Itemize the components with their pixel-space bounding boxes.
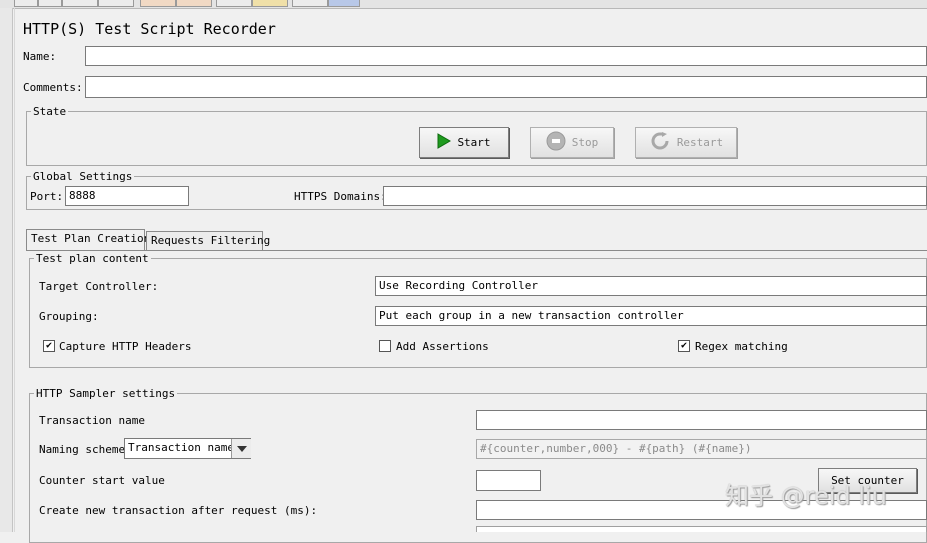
port-label: Port: bbox=[30, 190, 64, 203]
grouping-select[interactable]: Put each group in a new transaction cont… bbox=[375, 306, 927, 326]
next-field-partial[interactable] bbox=[476, 526, 927, 532]
restart-button[interactable]: Restart bbox=[635, 127, 737, 158]
start-button[interactable]: Start bbox=[419, 127, 509, 158]
tab-requests-filtering[interactable]: Requests Filtering bbox=[146, 231, 270, 251]
add-assertions-label: Add Assertions bbox=[396, 340, 489, 353]
naming-scheme-value: Transaction name bbox=[128, 441, 234, 454]
regex-matching-label: Regex matching bbox=[695, 340, 788, 353]
chevron-down-icon[interactable] bbox=[231, 439, 251, 458]
transaction-name-label: Transaction name bbox=[39, 414, 145, 427]
naming-format-field: #{counter,number,000} - #{path} (#{name}… bbox=[476, 439, 927, 459]
toolbar-button[interactable] bbox=[252, 0, 288, 7]
comments-label: Comments: bbox=[23, 81, 83, 94]
restart-icon bbox=[649, 132, 671, 153]
toolbar-button[interactable] bbox=[292, 0, 328, 7]
toolbar-button[interactable] bbox=[38, 0, 62, 7]
toolbar-button[interactable] bbox=[216, 0, 252, 7]
target-controller-label: Target Controller: bbox=[39, 280, 159, 293]
test-plan-content-legend: Test plan content bbox=[34, 252, 151, 265]
restart-button-label: Restart bbox=[676, 136, 724, 149]
stop-button-label: Stop bbox=[571, 136, 599, 149]
name-field[interactable] bbox=[85, 46, 927, 66]
capture-headers-checkbox[interactable]: ✔ bbox=[43, 340, 55, 352]
checkmark-icon: ✔ bbox=[680, 340, 688, 351]
https-domains-field[interactable] bbox=[383, 186, 927, 206]
tree-pane-edge[interactable] bbox=[0, 8, 13, 532]
page-title: HTTP(S) Test Script Recorder bbox=[23, 20, 276, 38]
stop-button[interactable]: Stop bbox=[530, 127, 614, 158]
create-new-transaction-label: Create new transaction after request (ms… bbox=[39, 504, 318, 517]
toolbar-button[interactable] bbox=[176, 0, 212, 7]
grouping-label: Grouping: bbox=[39, 310, 99, 323]
naming-scheme-label: Naming scheme bbox=[39, 443, 126, 456]
transaction-name-field[interactable] bbox=[476, 410, 927, 430]
watermark: 知乎 @reid liu bbox=[725, 482, 887, 510]
counter-start-label: Counter start value bbox=[39, 474, 165, 487]
checkmark-icon: ✔ bbox=[45, 340, 53, 351]
https-domains-label: HTTPS Domains: bbox=[294, 190, 387, 203]
counter-start-field[interactable] bbox=[476, 470, 541, 491]
name-label: Name: bbox=[23, 50, 57, 63]
toolbar-button[interactable] bbox=[62, 0, 98, 7]
toolbar-button[interactable] bbox=[14, 0, 38, 7]
play-icon bbox=[437, 133, 452, 152]
state-legend: State bbox=[31, 105, 69, 118]
target-controller-select[interactable]: Use Recording Controller bbox=[375, 276, 927, 296]
tab-test-plan-creation[interactable]: Test Plan Creation bbox=[26, 229, 150, 251]
regex-matching-checkbox[interactable]: ✔ bbox=[678, 340, 690, 352]
global-settings-legend: Global Settings bbox=[31, 170, 135, 183]
toolbar-button[interactable] bbox=[328, 0, 360, 7]
toolbar-button[interactable] bbox=[140, 0, 176, 7]
tab-divider bbox=[26, 250, 927, 251]
capture-headers-label: Capture HTTP Headers bbox=[59, 340, 192, 353]
stop-icon bbox=[546, 131, 566, 154]
http-sampler-legend: HTTP Sampler settings bbox=[34, 387, 178, 400]
toolbar-button[interactable] bbox=[98, 0, 134, 7]
port-field[interactable]: 8888 bbox=[65, 186, 189, 206]
splitter[interactable] bbox=[14, 8, 15, 532]
start-button-label: Start bbox=[457, 136, 491, 149]
comments-field[interactable] bbox=[85, 76, 927, 98]
add-assertions-checkbox[interactable] bbox=[379, 340, 391, 352]
